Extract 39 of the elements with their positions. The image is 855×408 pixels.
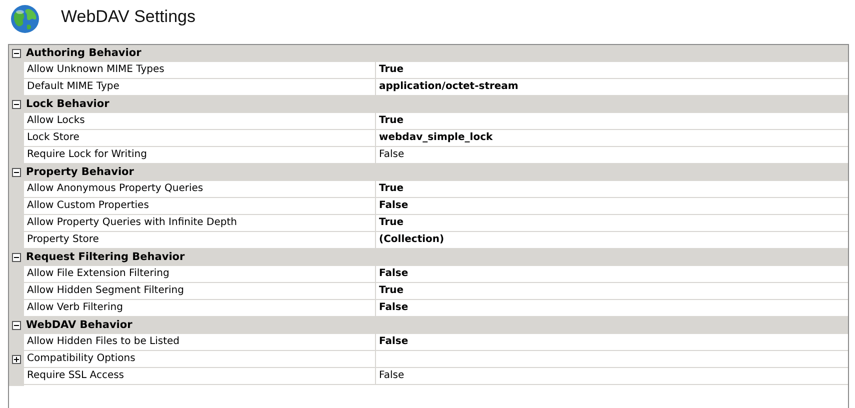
property-value[interactable]: False [376, 198, 848, 215]
category-header[interactable]: Request Filtering Behavior [9, 249, 848, 266]
collapse-icon[interactable] [12, 253, 21, 262]
property-value[interactable]: True [376, 283, 848, 300]
category-title: Authoring Behavior [25, 46, 142, 61]
collapse-icon[interactable] [12, 49, 21, 58]
property-name[interactable]: Allow Locks [24, 113, 376, 130]
property-name[interactable]: Allow File Extension Filtering [24, 266, 376, 283]
property-value[interactable]: True [376, 215, 848, 232]
category-header[interactable]: Authoring Behavior [9, 45, 848, 62]
category-title: WebDAV Behavior [25, 318, 132, 333]
category-title: Request Filtering Behavior [25, 250, 185, 265]
property-value[interactable]: False [376, 266, 848, 283]
category-header[interactable]: Property Behavior [9, 164, 848, 181]
property-value[interactable]: False [376, 334, 848, 351]
property-name[interactable]: Compatibility Options [24, 351, 376, 368]
property-name[interactable]: Lock Store [24, 130, 376, 147]
expand-icon[interactable] [12, 355, 21, 364]
category-title: Property Behavior [25, 165, 134, 180]
globe-icon [9, 3, 41, 35]
category-header[interactable]: WebDAV Behavior [9, 317, 848, 334]
property-value[interactable]: True [376, 181, 848, 198]
property-name[interactable]: Allow Anonymous Property Queries [24, 181, 376, 198]
property-value[interactable]: False [376, 368, 848, 385]
property-name[interactable]: Allow Hidden Segment Filtering [24, 283, 376, 300]
collapse-icon[interactable] [12, 321, 21, 330]
property-name[interactable]: Allow Unknown MIME Types [24, 62, 376, 79]
category-header[interactable]: Lock Behavior [9, 96, 848, 113]
property-value[interactable]: webdav_simple_lock [376, 130, 848, 147]
property-name[interactable]: Allow Property Queries with Infinite Depth [24, 215, 376, 232]
collapse-icon[interactable] [12, 100, 21, 109]
collapse-icon[interactable] [12, 168, 21, 177]
property-name[interactable]: Allow Custom Properties [24, 198, 376, 215]
property-value[interactable]: True [376, 62, 848, 79]
page-title: WebDAV Settings [61, 7, 196, 28]
property-name[interactable]: Require SSL Access [24, 368, 376, 385]
category-title: Lock Behavior [25, 97, 110, 112]
property-name[interactable]: Allow Hidden Files to be Listed [24, 334, 376, 351]
property-value[interactable]: True [376, 113, 848, 130]
